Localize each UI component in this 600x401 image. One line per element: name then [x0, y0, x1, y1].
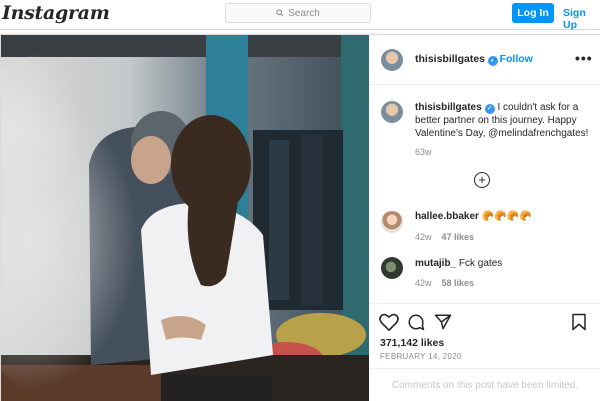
signup-link[interactable]: Sign Up [563, 7, 600, 31]
comment-age: 42w [415, 278, 432, 288]
caption-age: 63w [415, 147, 432, 157]
follow-button[interactable]: • Follow [493, 53, 533, 65]
comment-age: 42w [415, 232, 432, 242]
bookmark-icon[interactable] [571, 313, 587, 331]
comment-text: 🥐🥐🥐🥐 [481, 211, 532, 222]
post-date[interactable]: FEBRUARY 14, 2020 [380, 352, 462, 361]
comment-likes[interactable]: 58 likes [442, 278, 475, 288]
search-icon [276, 9, 284, 17]
post-caption: thisisbillgates ✓ I couldn't ask for a be… [415, 101, 597, 140]
author-username[interactable]: thisisbillgates ✓ [415, 53, 499, 66]
login-button[interactable]: Log In [512, 3, 554, 23]
heart-icon[interactable] [379, 313, 399, 331]
top-nav: Instagram Search Log In Sign Up [0, 0, 600, 31]
likes-count[interactable]: 371,142 likes [380, 337, 444, 349]
author-username-text[interactable]: thisisbillgates [415, 53, 485, 65]
share-icon[interactable] [434, 313, 452, 331]
author-avatar[interactable] [381, 49, 403, 71]
post-card: thisisbillgates ✓ • Follow ••• thisisbill… [0, 34, 600, 401]
post-header: thisisbillgates ✓ • Follow ••• [369, 35, 600, 85]
comment-meta: 42w 47 likes [415, 232, 474, 242]
comment-username[interactable]: mutajib_ [415, 258, 456, 269]
comment: hallee.bbaker 🥐🥐🥐🥐 [415, 211, 532, 222]
comment: mutajib_ Fck gates [415, 258, 502, 269]
search-placeholder: Search [288, 7, 320, 19]
more-options-icon[interactable]: ••• [575, 50, 593, 66]
comments-limited-notice: Comments on this post have been limited. [369, 368, 600, 401]
follow-label[interactable]: Follow [500, 53, 533, 65]
caption-author[interactable]: thisisbillgates [415, 102, 482, 113]
comment-text: Fck gates [458, 258, 503, 269]
search-input[interactable]: Search [225, 3, 371, 23]
comment-likes[interactable]: 47 likes [442, 232, 475, 242]
caption-avatar[interactable] [381, 101, 403, 123]
comment-meta: 42w 58 likes [415, 278, 474, 288]
post-side-panel: thisisbillgates ✓ • Follow ••• thisisbill… [369, 35, 600, 401]
comment-username[interactable]: hallee.bbaker [415, 211, 479, 222]
load-more-comments-icon[interactable]: + [474, 172, 490, 188]
instagram-logo[interactable]: Instagram [2, 2, 110, 24]
commenter-avatar[interactable] [381, 257, 403, 279]
post-photo[interactable] [1, 35, 369, 401]
verified-badge-icon: ✓ [484, 104, 495, 114]
commenter-avatar[interactable] [381, 211, 403, 233]
comment-icon[interactable] [407, 313, 425, 331]
